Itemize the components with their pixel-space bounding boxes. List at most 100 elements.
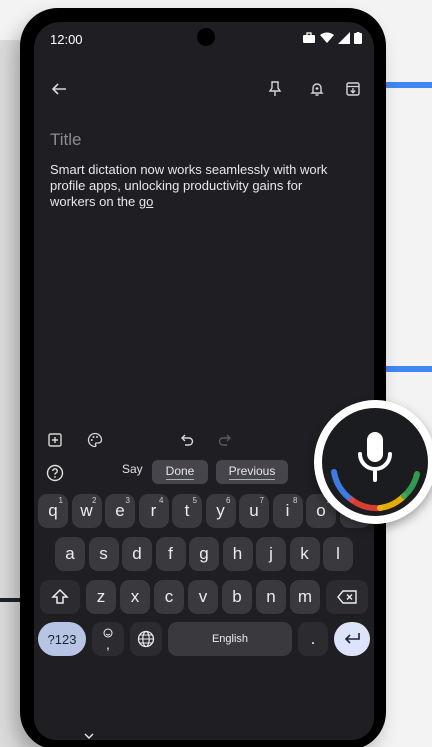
key-label: g — [199, 544, 209, 563]
redo-icon — [218, 434, 231, 446]
period-key-label: . — [310, 629, 316, 648]
symbols-key[interactable]: ?123 — [38, 622, 86, 656]
shift-key[interactable] — [40, 580, 80, 614]
done-chip[interactable]: Done — [152, 460, 208, 484]
key-label: u — [249, 501, 259, 520]
key-label: m — [297, 587, 313, 606]
undo-icon — [181, 434, 194, 446]
palette-button[interactable] — [82, 427, 108, 453]
wifi-icon — [320, 32, 334, 43]
reminder-bell-icon — [310, 83, 324, 96]
hide-keyboard-button[interactable] — [76, 723, 102, 740]
key-label: b — [232, 587, 242, 606]
note-body-field[interactable]: Smart dictation now works seamlessly wit… — [50, 162, 350, 210]
backspace-key[interactable] — [326, 580, 368, 614]
key-h[interactable]: h — [222, 537, 253, 571]
front-camera — [197, 28, 215, 46]
key-number-hint: 1 — [58, 496, 63, 505]
key-label: r — [150, 501, 157, 520]
palette-icon — [87, 432, 103, 448]
key-label: s — [99, 544, 108, 563]
key-number-hint: 6 — [226, 496, 231, 505]
key-label: n — [266, 587, 276, 606]
key-label: x — [130, 587, 140, 606]
archive-button[interactable] — [340, 76, 366, 102]
done-chip-label: Done — [165, 464, 195, 480]
status-icons — [302, 32, 362, 44]
key-d[interactable]: d — [122, 537, 152, 571]
pin-button[interactable] — [262, 76, 288, 102]
key-label: k — [300, 544, 309, 563]
key-l[interactable]: l — [323, 537, 353, 571]
back-button[interactable] — [46, 76, 72, 102]
key-label: q — [48, 501, 58, 520]
emoji-comma-key[interactable]: , — [92, 622, 124, 656]
navigation-bar — [34, 707, 374, 740]
key-label: h — [232, 544, 243, 563]
key-label: l — [336, 544, 340, 563]
key-label: j — [269, 544, 273, 563]
key-k[interactable]: k — [289, 537, 320, 571]
key-i[interactable]: i8 — [272, 494, 303, 528]
add-box-icon — [48, 433, 62, 447]
key-a[interactable]: a — [55, 537, 85, 571]
previous-chip[interactable]: Previous — [216, 460, 288, 484]
key-y[interactable]: y6 — [205, 494, 236, 528]
symbols-key-label: ?123 — [47, 631, 77, 647]
shift-icon — [51, 588, 69, 604]
enter-icon — [344, 633, 360, 644]
redo-button[interactable] — [212, 427, 238, 453]
enter-key[interactable] — [334, 622, 370, 656]
key-b[interactable]: b — [222, 580, 252, 614]
key-r[interactable]: r4 — [138, 494, 169, 528]
key-label: z — [96, 587, 106, 606]
period-key[interactable]: . — [298, 622, 328, 656]
key-e[interactable]: e3 — [105, 494, 135, 528]
voice-input-button[interactable] — [314, 400, 432, 524]
key-number-hint: 4 — [159, 496, 164, 505]
undo-button[interactable] — [174, 427, 200, 453]
note-title-field[interactable]: Title — [50, 130, 82, 150]
microphone-icon — [358, 432, 392, 482]
key-label: d — [132, 544, 142, 563]
key-label: i — [285, 501, 290, 520]
battery-icon — [354, 32, 362, 44]
voice-input-inner — [322, 408, 428, 516]
key-j[interactable]: j — [256, 537, 286, 571]
reminder-button[interactable] — [304, 76, 330, 102]
add-content-button[interactable] — [42, 427, 68, 453]
key-label: f — [168, 544, 173, 563]
key-n[interactable]: n — [256, 580, 286, 614]
key-number-hint: 2 — [92, 496, 97, 505]
key-x[interactable]: x — [120, 580, 150, 614]
pin-icon — [268, 81, 282, 96]
key-w[interactable]: w2 — [71, 494, 102, 528]
key-c[interactable]: c — [154, 580, 184, 614]
key-m[interactable]: m — [290, 580, 320, 614]
key-label: e — [115, 501, 125, 520]
back-arrow-icon — [51, 83, 66, 95]
space-key-label: English — [211, 633, 249, 645]
work-profile-icon — [303, 32, 315, 43]
key-t[interactable]: t5 — [172, 494, 202, 528]
key-number-hint: 5 — [192, 496, 197, 505]
space-key[interactable]: English — [168, 622, 292, 656]
status-time: 12:00 — [50, 32, 83, 47]
key-s[interactable]: s — [88, 537, 119, 571]
key-u[interactable]: u7 — [239, 494, 269, 528]
language-key[interactable] — [130, 622, 162, 656]
key-label: y — [216, 501, 225, 520]
key-label: t — [184, 501, 190, 520]
note-underlined-word: go — [138, 194, 154, 209]
phone-screen: 12:00 Title Smart dictation now works se… — [34, 22, 374, 740]
key-f[interactable]: f — [155, 537, 186, 571]
previous-chip-label: Previous — [228, 464, 276, 480]
key-number-hint: 7 — [259, 496, 264, 505]
key-q[interactable]: q1 — [38, 494, 68, 528]
key-number-hint: 3 — [125, 496, 130, 505]
help-button[interactable] — [42, 460, 68, 486]
key-z[interactable]: z — [86, 580, 116, 614]
say-label: Say — [122, 462, 143, 476]
key-g[interactable]: g — [189, 537, 219, 571]
key-v[interactable]: v — [188, 580, 218, 614]
